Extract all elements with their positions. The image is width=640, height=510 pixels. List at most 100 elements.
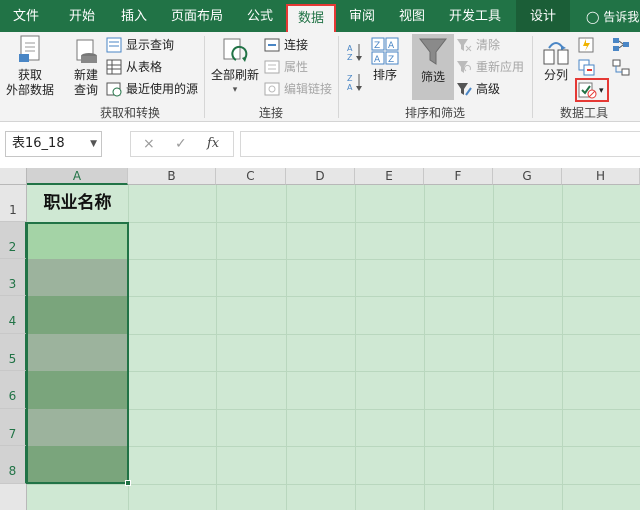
new-query-label-1: 新建 <box>73 68 98 82</box>
edit-links-icon <box>264 82 280 96</box>
show-queries-icon <box>106 37 122 53</box>
edit-links-label: 编辑链接 <box>284 82 333 96</box>
consolidate-button[interactable] <box>612 36 632 56</box>
name-box-value: 表16_18 <box>12 136 65 151</box>
ribbon: 获取 外部数据 新建 查询 显示查询 从表格 最近使用的源 获取和转换 全部刷新… <box>0 32 640 122</box>
group-label-connections: 连接 <box>258 106 283 120</box>
group-separator <box>532 36 533 118</box>
group-label-data-tools: 数据工具 <box>559 106 608 120</box>
filter-label: 筛选 <box>420 70 445 84</box>
relationships-icon <box>612 59 630 76</box>
row-header-7[interactable]: 7 <box>0 409 27 446</box>
table-icon <box>106 59 122 75</box>
get-external-data-label-2: 外部数据 <box>5 83 54 97</box>
tab-view[interactable]: 视图 <box>390 0 434 32</box>
group-label-sort-filter: 排序和筛选 <box>404 106 465 120</box>
column-header-c[interactable]: C <box>216 168 286 185</box>
grid-line <box>27 484 640 485</box>
sort-za-icon: ZA <box>347 74 362 92</box>
svg-text:Z: Z <box>347 74 353 83</box>
group-separator <box>338 36 339 118</box>
relationships-button[interactable] <box>612 59 632 79</box>
text-to-columns-button[interactable]: 分列 <box>538 36 574 83</box>
row-header-8[interactable]: 8 <box>0 446 27 484</box>
column-header-d[interactable]: D <box>286 168 355 185</box>
worksheet-grid[interactable]: A B C D E F G H 1 2 3 4 5 6 7 8 职业名称 <box>0 168 640 510</box>
recent-sources-label: 最近使用的源 <box>126 82 199 96</box>
formula-input[interactable] <box>240 131 640 157</box>
row-header-4[interactable]: 4 <box>0 296 27 334</box>
from-table-label: 从表格 <box>126 60 163 74</box>
group-label-get-transform: 获取和转换 <box>99 106 160 120</box>
formula-bar: 表16_18 ▼ × ✓ fx <box>0 122 640 168</box>
cell-a1[interactable]: 职业名称 <box>27 185 128 222</box>
chevron-down-icon: ▾ <box>232 85 238 95</box>
sort-dialog-icon: Z A A Z <box>371 37 399 65</box>
flash-fill-icon <box>578 37 594 53</box>
chevron-down-icon[interactable]: ▼ <box>90 132 97 156</box>
properties-icon <box>264 60 280 74</box>
tab-data[interactable]: 数据 <box>286 4 336 32</box>
grid-line <box>286 185 287 510</box>
select-all-corner[interactable] <box>0 168 27 185</box>
refresh-all-button[interactable]: 全部刷新 ▾ <box>210 36 260 98</box>
fill-handle[interactable] <box>125 480 131 486</box>
column-header-a[interactable]: A <box>27 168 128 185</box>
tab-review[interactable]: 审阅 <box>340 0 384 32</box>
column-header-e[interactable]: E <box>355 168 424 185</box>
filter-funnel-icon <box>418 38 448 65</box>
filter-button[interactable]: 筛选 <box>412 34 454 100</box>
tab-developer[interactable]: 开发工具 <box>442 0 508 32</box>
connections-label: 连接 <box>284 38 309 52</box>
row-header-5[interactable]: 5 <box>0 334 27 371</box>
svg-text:A: A <box>374 55 381 65</box>
cancel-icon[interactable]: × <box>143 132 155 156</box>
column-header-f[interactable]: F <box>424 168 493 185</box>
recent-sources-icon <box>106 82 122 97</box>
column-header-g[interactable]: G <box>493 168 562 185</box>
tab-page-layout[interactable]: 页面布局 <box>164 0 230 32</box>
group-separator <box>204 36 205 118</box>
sort-az-icon: AZ <box>347 44 362 62</box>
tab-formulas[interactable]: 公式 <box>238 0 282 32</box>
clear-filter-icon <box>457 39 472 52</box>
row-header-6[interactable]: 6 <box>0 371 27 409</box>
sort-label: 排序 <box>372 68 397 82</box>
grid-line <box>562 185 563 510</box>
get-external-data-button[interactable]: 获取 外部数据 <box>2 34 58 98</box>
sort-ascending-button[interactable]: AZ <box>346 42 366 62</box>
grid-line <box>493 185 494 510</box>
tab-file[interactable]: 文件 <box>4 0 48 32</box>
advanced-filter-label: 高级 <box>476 82 501 96</box>
row-header-3[interactable]: 3 <box>0 259 27 296</box>
row-header-9[interactable] <box>0 484 27 510</box>
column-header-h[interactable]: H <box>562 168 640 185</box>
tell-me-search[interactable]: ◯ 告诉我 <box>586 0 639 32</box>
remove-duplicates-button[interactable] <box>578 59 598 79</box>
flash-fill-button[interactable] <box>578 36 598 56</box>
formula-buttons: × ✓ fx <box>130 131 234 157</box>
tab-home[interactable]: 开始 <box>60 0 104 32</box>
row-header-2[interactable]: 2 <box>0 222 27 259</box>
row-header-1[interactable]: 1 <box>0 185 27 222</box>
enter-icon[interactable]: ✓ <box>175 132 187 156</box>
insert-function-icon[interactable]: fx <box>207 132 219 156</box>
svg-text:A: A <box>347 83 353 92</box>
sort-button[interactable]: Z A A Z 排序 <box>368 36 402 83</box>
consolidate-icon <box>613 38 629 51</box>
get-external-data-label-1: 获取 <box>17 68 42 82</box>
new-query-label-2: 查询 <box>73 83 98 97</box>
column-header-b[interactable]: B <box>128 168 216 185</box>
sort-descending-button[interactable]: ZA <box>346 72 366 92</box>
svg-text:Z: Z <box>388 55 394 65</box>
refresh-all-label: 全部刷新 <box>210 68 259 82</box>
grid-line <box>216 185 217 510</box>
refresh-icon <box>223 38 248 62</box>
svg-text:Z: Z <box>347 53 353 62</box>
new-query-button[interactable]: 新建 查询 <box>64 36 108 98</box>
selection-border <box>26 222 129 484</box>
tab-design[interactable]: 设计 <box>516 0 570 32</box>
tab-insert[interactable]: 插入 <box>112 0 156 32</box>
name-box[interactable]: 表16_18 ▼ <box>5 131 102 157</box>
properties-label: 属性 <box>284 60 309 74</box>
